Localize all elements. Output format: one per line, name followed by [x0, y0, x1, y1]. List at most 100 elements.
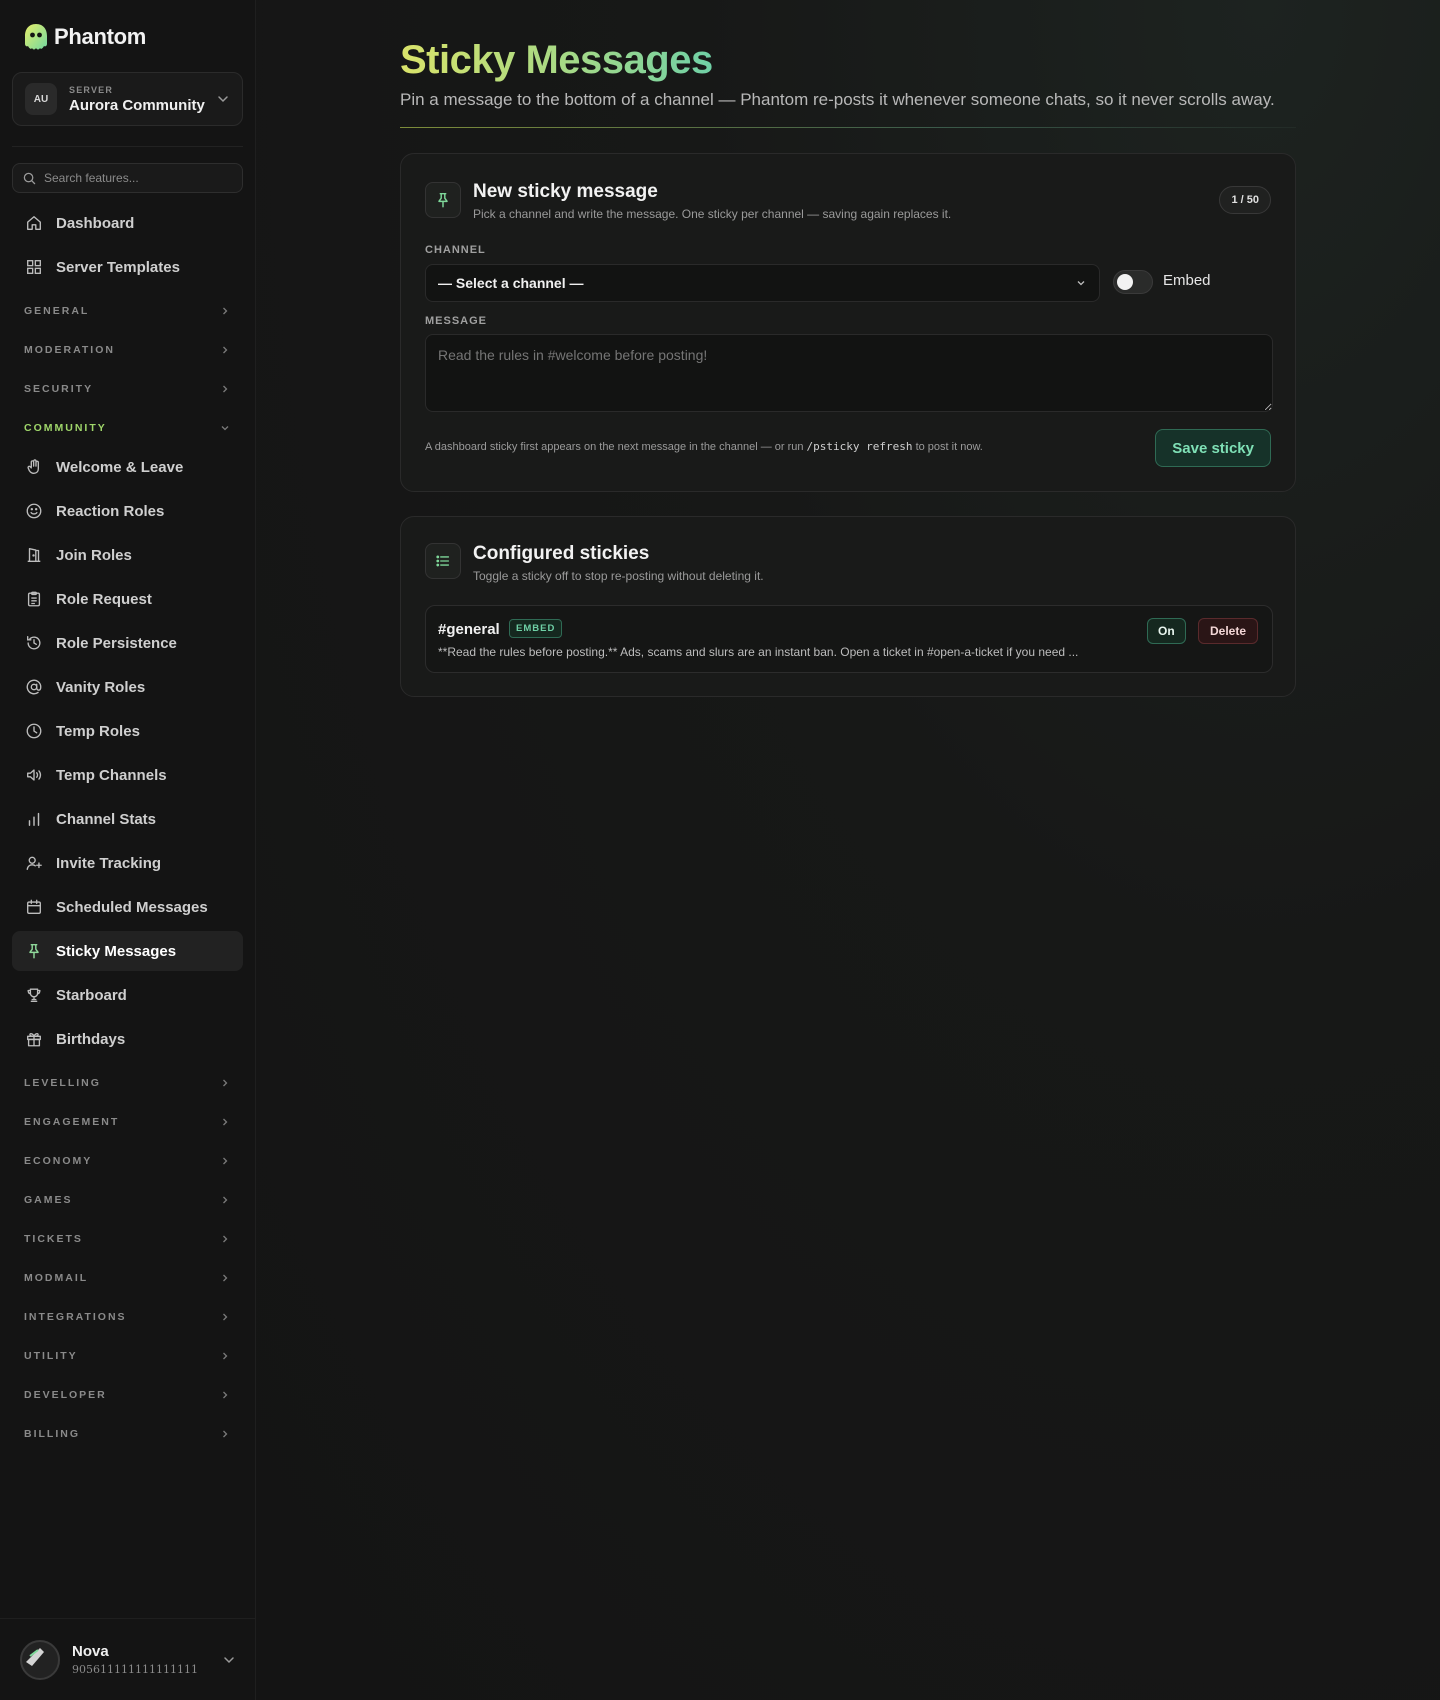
message-input[interactable] [425, 334, 1273, 412]
history-icon [24, 633, 44, 653]
sidebar-item-temp-roles[interactable]: Temp Roles [12, 711, 243, 751]
page-title: Sticky Messages [400, 38, 713, 82]
section-label: TICKETS [24, 1232, 83, 1245]
hint-text: A dashboard sticky first appears on the … [425, 440, 983, 453]
clock-icon [24, 721, 44, 741]
home-icon [24, 213, 44, 233]
section-integrations[interactable]: INTEGRATIONS [12, 1297, 243, 1336]
sidebar-item-label: Temp Roles [56, 722, 140, 740]
hint-before: A dashboard sticky first appears on the … [425, 441, 807, 453]
sidebar-item-label: Birthdays [56, 1030, 126, 1048]
sidebar-item-temp-channels[interactable]: Temp Channels [12, 755, 243, 795]
sidebar-item-label: Invite Tracking [56, 854, 162, 872]
sidebar-item-channel-stats[interactable]: Channel Stats [12, 799, 243, 839]
search-icon [23, 172, 36, 184]
section-levelling[interactable]: LEVELLING [12, 1063, 243, 1102]
message-label: MESSAGE [425, 315, 488, 327]
sidebar-item-label: Role Request [56, 590, 152, 608]
trophy-icon [24, 985, 44, 1005]
section-general[interactable]: GENERAL [12, 291, 243, 330]
section-billing[interactable]: BILLING [12, 1414, 243, 1453]
sidebar-item-sticky-messages[interactable]: Sticky Messages [12, 931, 243, 971]
section-community[interactable]: COMMUNITY [12, 408, 243, 447]
sidebar-item-reaction-roles[interactable]: Reaction Roles [12, 491, 243, 531]
new-sticky-card: New sticky message Pick a channel and wr… [400, 153, 1296, 492]
sidebar-divider [12, 146, 243, 147]
section-label: INTEGRATIONS [24, 1310, 127, 1323]
sticky-row: #general EMBED **Read the rules before p… [425, 605, 1273, 673]
section-tickets[interactable]: TICKETS [12, 1219, 243, 1258]
sidebar-item-birthdays[interactable]: Birthdays [12, 1019, 243, 1059]
section-developer[interactable]: DEVELOPER [12, 1375, 243, 1414]
sidebar-item-server-templates[interactable]: Server Templates [12, 247, 243, 287]
bar-chart-icon [24, 809, 44, 829]
section-label: DEVELOPER [24, 1388, 107, 1401]
section-games[interactable]: GAMES [12, 1180, 243, 1219]
sidebar-item-label: Temp Channels [56, 766, 167, 784]
chevron-right-icon [223, 1118, 228, 1125]
save-sticky-button[interactable]: Save sticky [1155, 429, 1271, 467]
sidebar-item-scheduled-messages[interactable]: Scheduled Messages [12, 887, 243, 927]
sidebar-item-role-request[interactable]: Role Request [12, 579, 243, 619]
section-moderation[interactable]: MODERATION [12, 330, 243, 369]
section-economy[interactable]: ECONOMY [12, 1141, 243, 1180]
embed-toggle[interactable] [1113, 270, 1153, 294]
section-label: SECURITY [24, 382, 94, 395]
user-menu[interactable]: Nova 905611111111111111 [0, 1618, 256, 1700]
section-label: UTILITY [24, 1349, 78, 1362]
sidebar-item-label: Starboard [56, 986, 127, 1004]
section-modmail[interactable]: MODMAIL [12, 1258, 243, 1297]
sticky-toggle-button[interactable]: On [1147, 618, 1186, 644]
card-title: Configured stickies [473, 543, 650, 564]
sidebar-item-label: Sticky Messages [56, 942, 177, 960]
section-label: GAMES [24, 1193, 73, 1206]
channel-label: CHANNEL [425, 244, 486, 256]
user-plus-icon [24, 853, 44, 873]
sidebar-item-label: Reaction Roles [56, 502, 165, 520]
calendar-icon [24, 897, 44, 917]
chevron-right-icon [223, 385, 228, 392]
server-switcher[interactable]: AU SERVER Aurora Community [12, 72, 243, 126]
sidebar-item-label: Server Templates [56, 258, 180, 276]
card-description: Pick a channel and write the message. On… [473, 207, 952, 221]
section-label: ECONOMY [24, 1154, 93, 1167]
hand-icon [24, 457, 44, 477]
page-subtitle: Pin a message to the bottom of a channel… [400, 90, 1275, 109]
section-label: MODERATION [24, 343, 115, 356]
sidebar-item-invite-tracking[interactable]: Invite Tracking [12, 843, 243, 883]
phantom-logo-icon [25, 24, 47, 50]
section-utility[interactable]: UTILITY [12, 1336, 243, 1375]
avatar [20, 1639, 60, 1680]
brand[interactable]: Phantom [22, 22, 146, 52]
toggle-knob [1117, 274, 1133, 290]
sidebar-item-dashboard[interactable]: Dashboard [12, 203, 243, 243]
sticky-channel: #general [438, 621, 500, 638]
section-label: LEVELLING [24, 1076, 101, 1089]
channel-select-value: — Select a channel — [438, 275, 584, 291]
chevron-right-icon [223, 1430, 228, 1437]
sidebar-item-starboard[interactable]: Starboard [12, 975, 243, 1015]
sidebar-item-join-roles[interactable]: Join Roles [12, 535, 243, 575]
chevron-right-icon [223, 1196, 228, 1203]
sidebar-item-role-persistence[interactable]: Role Persistence [12, 623, 243, 663]
channel-select[interactable]: — Select a channel — [425, 264, 1100, 302]
configured-stickies-card: Configured stickies Toggle a sticky off … [400, 516, 1296, 697]
title-divider [400, 127, 1296, 128]
pin-icon [425, 182, 461, 218]
hint-after: to post it now. [912, 441, 983, 453]
chevron-down-icon [224, 1656, 234, 1663]
sidebar-item-label: Role Persistence [56, 634, 177, 652]
user-name: Nova [72, 1643, 109, 1660]
sidebar-item-vanity-roles[interactable]: Vanity Roles [12, 667, 243, 707]
speaker-icon [24, 765, 44, 785]
section-engagement[interactable]: ENGAGEMENT [12, 1102, 243, 1141]
sidebar-item-welcome-leave[interactable]: Welcome & Leave [12, 447, 243, 487]
delete-sticky-button[interactable]: Delete [1198, 618, 1259, 644]
sidebar-nav: Dashboard Server Templates GENERAL MODER… [12, 203, 243, 1453]
chevron-right-icon [223, 1235, 228, 1242]
section-security[interactable]: SECURITY [12, 369, 243, 408]
search-input[interactable] [44, 171, 232, 185]
sticky-count-badge: 1 / 50 [1219, 186, 1271, 214]
server-name: Aurora Community [69, 96, 205, 114]
at-icon [24, 677, 44, 697]
